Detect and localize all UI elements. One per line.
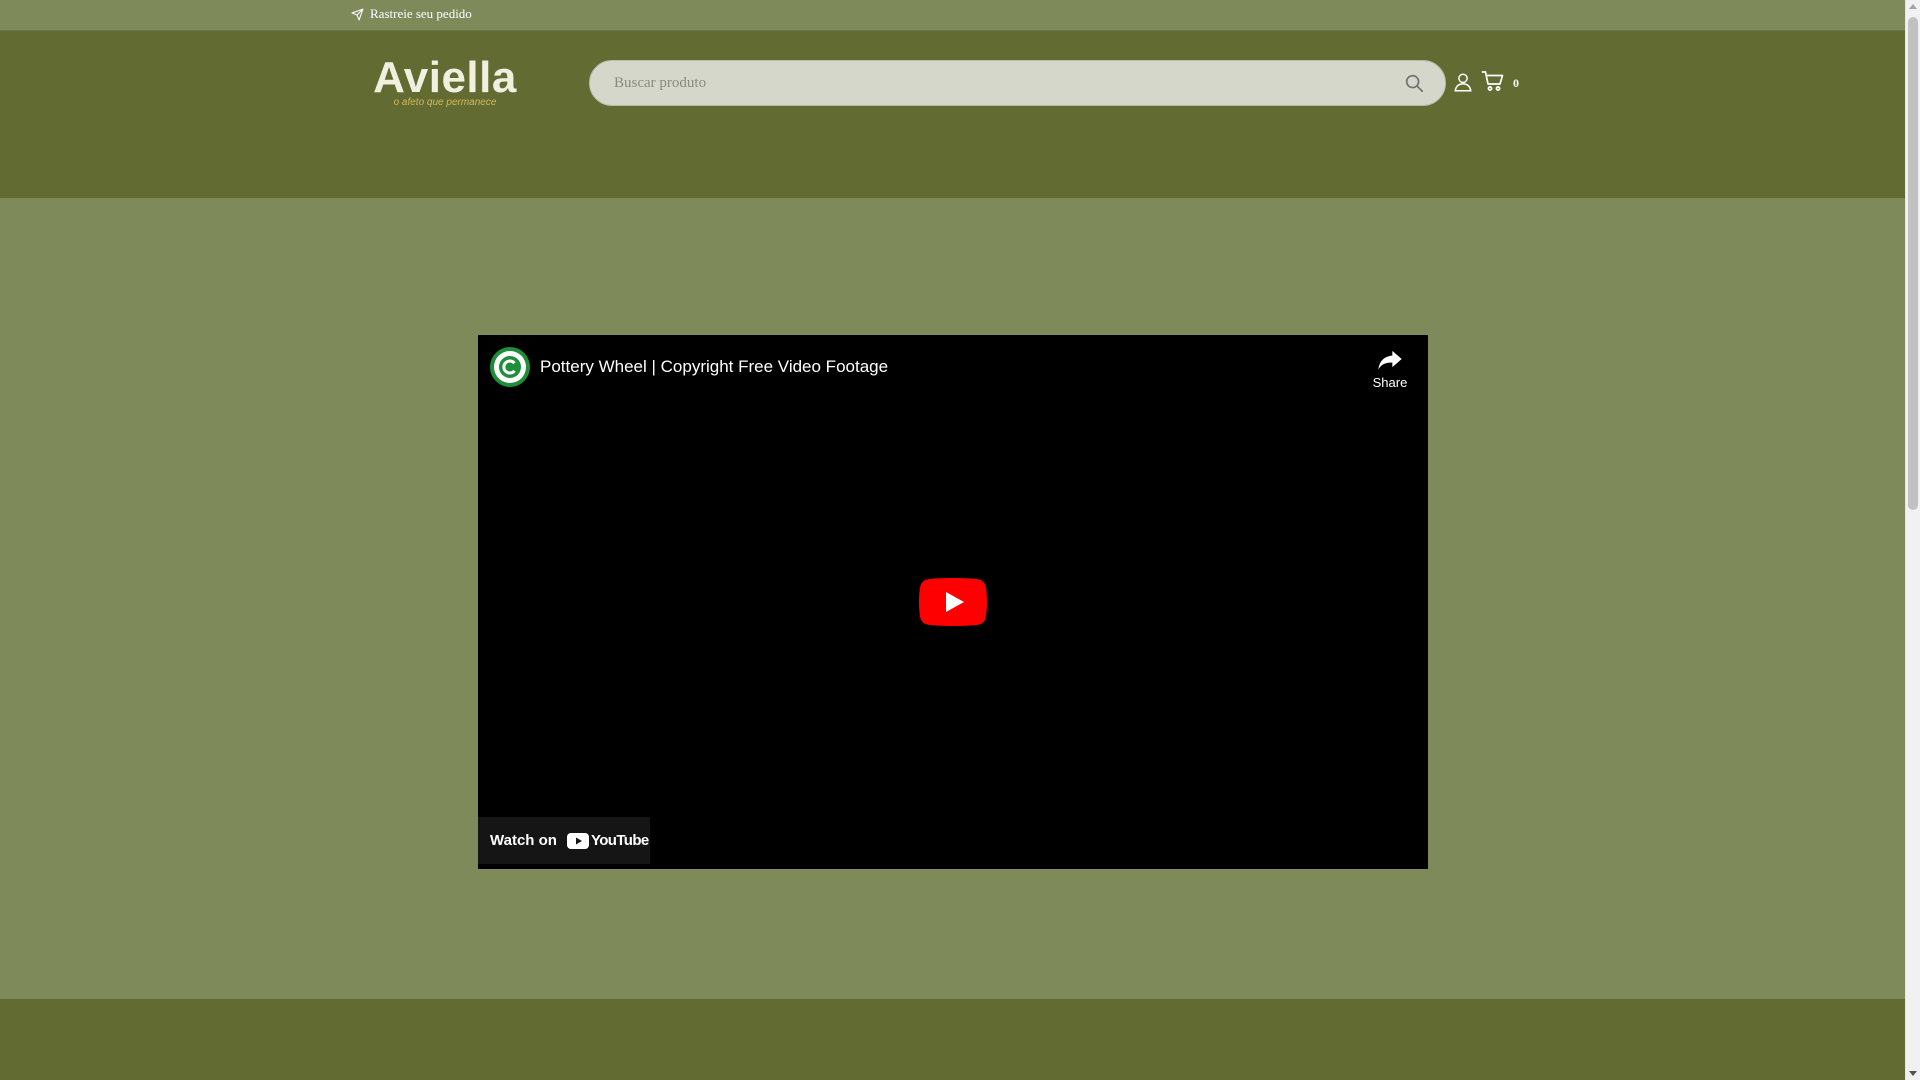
video-title[interactable]: Pottery Wheel | Copyright Free Video Foo… [540, 357, 888, 377]
search-bar [589, 60, 1446, 106]
youtube-logo: YouTube [566, 832, 649, 849]
youtube-wordmark: YouTube [590, 832, 649, 849]
youtube-embed[interactable]: Pottery Wheel | Copyright Free Video Foo… [478, 335, 1428, 869]
search-input[interactable] [612, 61, 1372, 105]
cart-icon [1481, 71, 1504, 91]
watch-on-label: Watch on [490, 832, 557, 849]
scrollbar-thumb[interactable] [1908, 17, 1918, 510]
watch-on-youtube-button[interactable]: Watch on YouTube [478, 817, 650, 864]
scroll-down-arrow-icon[interactable] [1909, 1071, 1917, 1076]
channel-avatar[interactable] [490, 347, 530, 387]
track-order-link[interactable]: Rastreie seu pedido [351, 6, 472, 22]
search-icon[interactable] [1403, 72, 1425, 94]
footer [0, 999, 1905, 1080]
logo[interactable]: Aviella o afeto que permanece [370, 55, 520, 113]
announcement-bar: Rastreie seu pedido [0, 0, 1905, 31]
logo-text: Aviella [373, 53, 517, 102]
site-header: Aviella o afeto que permanece 0 [0, 31, 1905, 198]
youtube-logo-icon [566, 832, 589, 849]
share-button[interactable]: Share [1364, 345, 1416, 390]
vertical-scrollbar[interactable] [1905, 0, 1920, 1080]
user-icon[interactable] [1452, 71, 1474, 93]
copyright-logo-icon [494, 351, 526, 383]
share-label: Share [1372, 375, 1408, 390]
share-arrow-icon [1378, 350, 1402, 370]
send-icon [351, 8, 364, 20]
cart-button[interactable]: 0 [1481, 69, 1519, 93]
track-order-label: Rastreie seu pedido [370, 6, 472, 21]
scroll-up-arrow-icon[interactable] [1909, 4, 1917, 9]
cart-count: 0 [1513, 75, 1519, 90]
youtube-play-icon[interactable] [919, 578, 987, 626]
page: Rastreie seu pedido Aviella o afeto que … [0, 0, 1905, 1080]
